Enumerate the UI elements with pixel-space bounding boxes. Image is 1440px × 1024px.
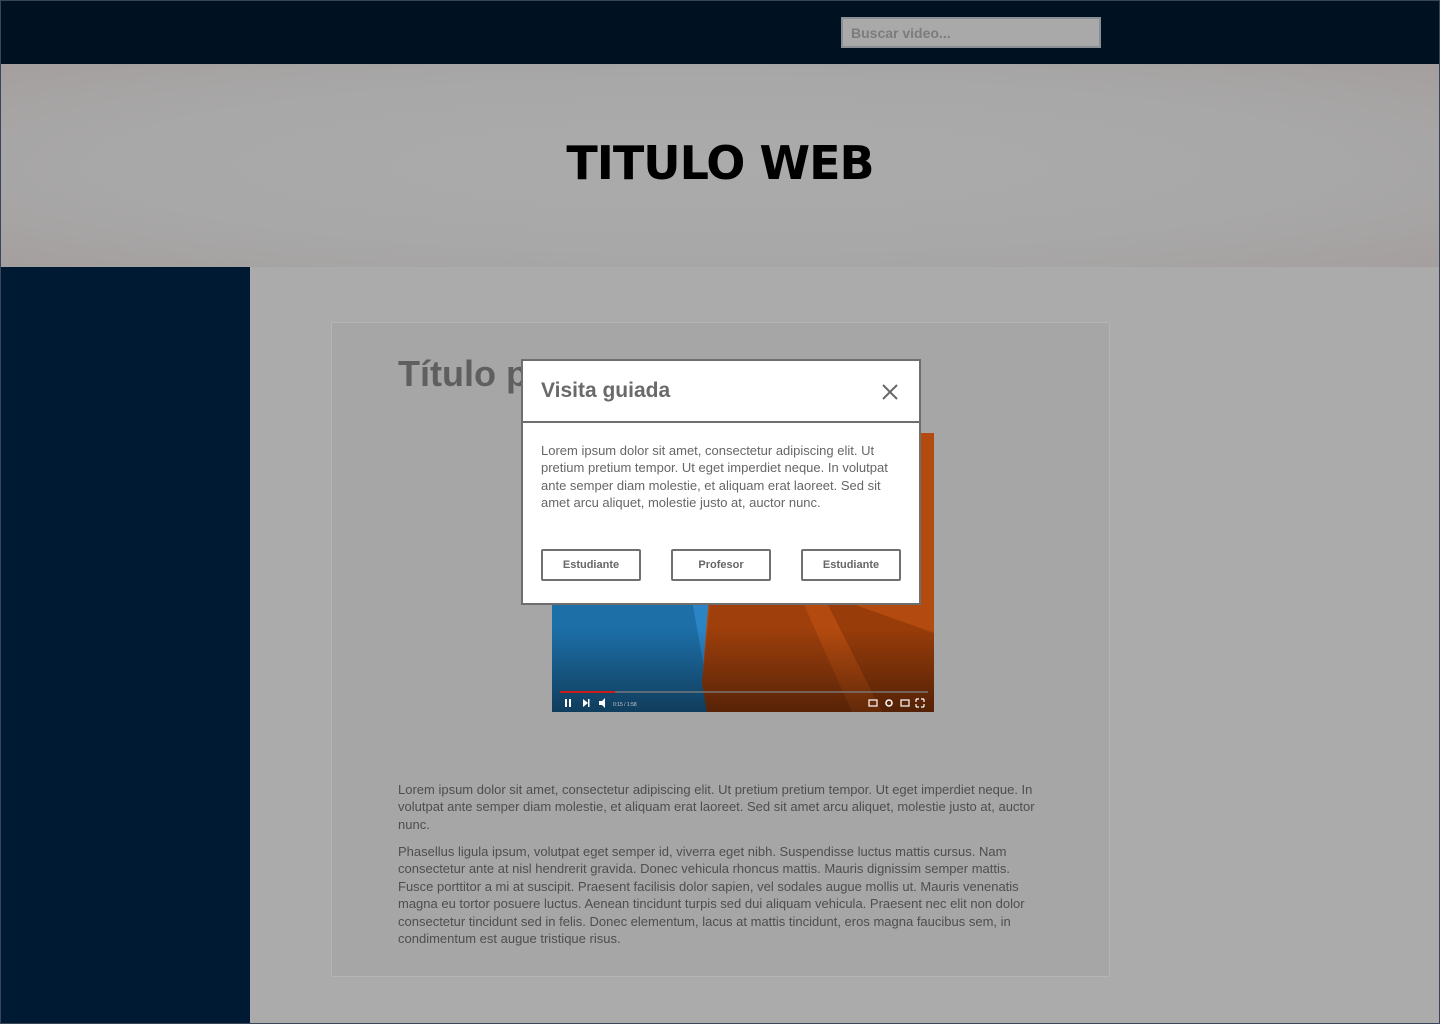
page-title: Título p <box>398 353 528 394</box>
top-navigation-bar <box>1 1 1439 64</box>
sidebar <box>1 267 250 1023</box>
estudiante-button-2[interactable]: Estudiante <box>801 549 901 581</box>
estudiante-button[interactable]: Estudiante <box>541 549 641 581</box>
modal-title: Visita guiada <box>541 379 671 402</box>
video-time: 0:15 / 1:58 <box>613 702 637 708</box>
body-paragraph: Lorem ipsum dolor sit amet, consectetur … <box>398 782 1035 832</box>
guided-tour-modal: Visita guiada Lorem ipsum dolor sit amet… <box>521 359 921 605</box>
site-title: TITULO WEB <box>566 136 874 190</box>
modal-header: Visita guiada <box>523 361 919 423</box>
close-icon[interactable] <box>879 381 901 403</box>
body-paragraph: Phasellus ligula ipsum, volutpat eget se… <box>398 844 1025 947</box>
video-progress-fill <box>560 691 616 693</box>
video-progress-track <box>560 691 928 693</box>
modal-text: Lorem ipsum dolor sit amet, consectetur … <box>541 443 888 511</box>
hero-banner: TITULO WEB <box>1 64 1439 267</box>
profesor-button[interactable]: Profesor <box>671 549 771 581</box>
search-input[interactable] <box>841 17 1101 48</box>
next-icon-bar <box>588 699 590 707</box>
